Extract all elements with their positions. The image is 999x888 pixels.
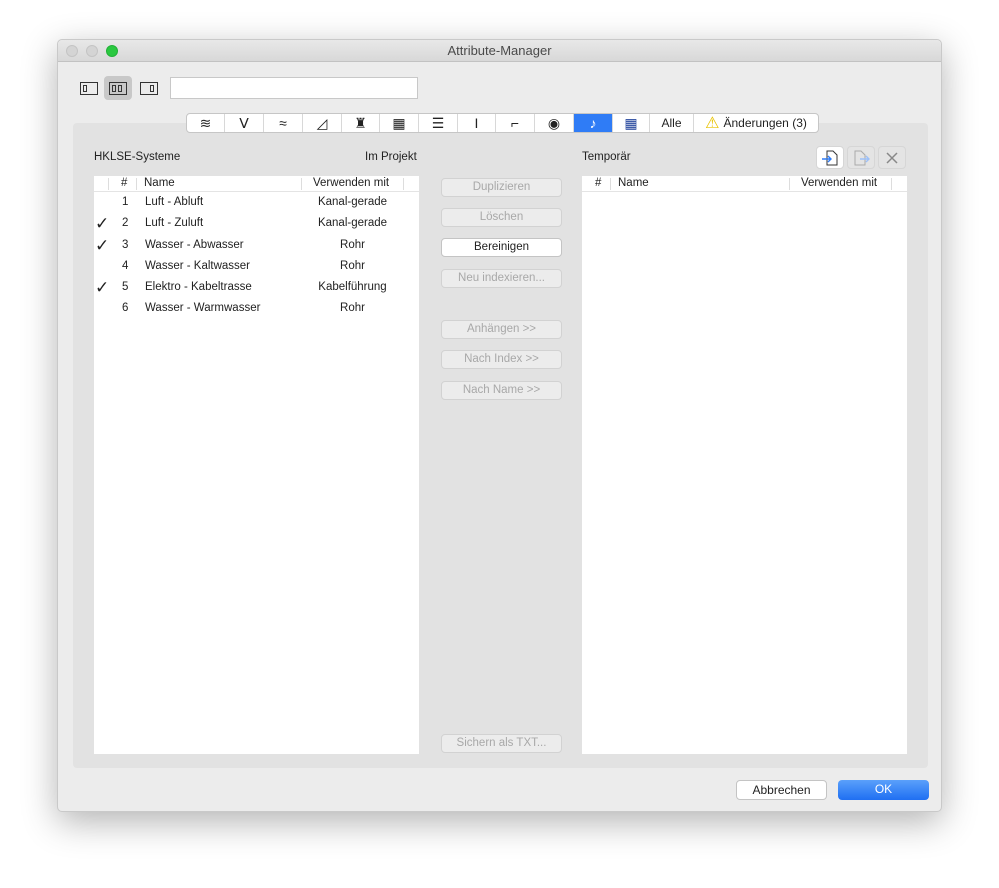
view-right-button[interactable] (135, 76, 163, 100)
check-icon: ✓ (95, 214, 110, 234)
tab-pen[interactable]: ᐯ (225, 114, 264, 132)
temporary-attribute-list[interactable]: # Name Verwenden mit (582, 176, 907, 754)
tab-line-type[interactable]: ≈ (264, 114, 303, 132)
right-pane-search-icon (140, 81, 158, 95)
attribute-type-tabs: ≋ ᐯ ≈ ◿ ♜ ▦ ☰ I ⌐ ◉ ♪ ▦ Alle ⚠ Änderungen (3) (186, 113, 819, 133)
append-button[interactable]: Anhängen >> (441, 320, 562, 339)
tab-änderungen[interactable]: ⚠ Änderungen (3) (694, 114, 818, 132)
tab-composite[interactable]: ☰ (419, 114, 458, 132)
row-name: Elektro - Kabeltrasse (145, 281, 252, 294)
row-name: Luft - Zuluft (145, 217, 204, 230)
tab-brush[interactable]: ♜ (342, 114, 380, 132)
warning-icon: ⚠ (705, 115, 720, 132)
building-material-icon: ▦ (392, 114, 406, 131)
delete-button[interactable]: Löschen (441, 208, 562, 227)
table-row[interactable]: 6 Wasser - Warmwasser Rohr (94, 298, 419, 319)
globe-icon: ◉ (547, 114, 561, 131)
by-index-button[interactable]: Nach Index >> (441, 350, 562, 369)
both-panes-search-icon (109, 81, 127, 95)
view-left-button[interactable] (75, 76, 103, 100)
table-row[interactable]: 4 Wasser - Kaltwasser Rohr (94, 256, 419, 277)
composite-icon: ☰ (431, 114, 445, 131)
fill-icon: ◿ (316, 114, 328, 131)
row-use-with: Rohr (340, 238, 365, 251)
row-use-with: Kanal-gerade (317, 217, 388, 230)
table-row[interactable]: 1 Luft - Abluft Kanal-gerade (94, 192, 419, 213)
ok-button[interactable]: OK (838, 780, 929, 800)
open-file-button[interactable] (816, 146, 844, 169)
title-bar: Attribute-Manager (58, 40, 941, 62)
row-num: 1 (122, 196, 129, 208)
attribute-manager-window: Attribute-Manager ≋ ᐯ ≈ ◿ ♜ ▦ ☰ I ⌐ ◉ ♪ ▦ Alle ⚠ Änder… (57, 39, 942, 812)
row-num: 4 (122, 259, 129, 272)
save-as-txt-button[interactable]: Sichern als TXT... (441, 734, 562, 753)
tab-label: Änderungen (3) (723, 116, 807, 130)
table-row[interactable]: ✓ 3 Wasser - Abwasser Rohr (94, 235, 419, 256)
project-attribute-list[interactable]: # Name Verwenden mit 1 Luft - Abluft Kan… (94, 176, 419, 754)
tab-globe[interactable]: ◉ (535, 114, 574, 132)
column-name[interactable]: Name (618, 177, 649, 189)
search-input[interactable] (170, 77, 418, 99)
zoom-window-button[interactable] (106, 45, 118, 57)
cancel-button[interactable]: Abbrechen (736, 780, 827, 800)
tab-fill[interactable]: ◿ (303, 114, 342, 132)
pen-icon: ᐯ (239, 114, 249, 131)
row-num: 2 (122, 217, 129, 230)
purge-button[interactable]: Bereinigen (441, 238, 562, 257)
reindex-button[interactable]: Neu indexieren... (441, 269, 562, 288)
tab-profile[interactable]: I (458, 114, 496, 132)
line-type-icon: ≈ (279, 115, 287, 131)
zone-category-icon: ⌐ (510, 115, 520, 131)
profile-icon: I (474, 115, 479, 131)
column-use-with[interactable]: Verwenden mit (801, 177, 877, 189)
tab-mep-system[interactable]: ♪ (574, 114, 613, 132)
row-use-with: Kabelführung (318, 281, 387, 294)
close-icon (886, 151, 898, 164)
left-list-title: HKLSE-Systeme (94, 151, 181, 163)
tab-layers[interactable]: ≋ (187, 114, 225, 132)
left-pane-search-icon (80, 81, 98, 95)
row-num: 5 (122, 281, 129, 294)
row-name: Luft - Abluft (145, 196, 204, 208)
layers-icon: ≋ (199, 114, 212, 131)
row-use-with: Kanal-gerade (317, 196, 388, 208)
row-use-with: Rohr (340, 259, 365, 272)
check-icon: ✓ (95, 278, 110, 298)
row-name: Wasser - Warmwasser (145, 302, 261, 315)
window-title: Attribute-Manager (447, 43, 552, 58)
column-use-with[interactable]: Verwenden mit (313, 177, 389, 189)
by-name-button[interactable]: Nach Name >> (441, 381, 562, 400)
view-both-button[interactable] (104, 76, 132, 100)
column-name[interactable]: Name (144, 177, 175, 189)
export-file-icon (854, 150, 870, 165)
check-icon: ✓ (95, 235, 110, 255)
row-name: Wasser - Kaltwasser (145, 259, 251, 272)
close-window-button[interactable] (66, 45, 78, 57)
left-list-subtitle: Im Projekt (365, 151, 417, 163)
mep-system-icon: ♪ (589, 115, 597, 131)
tab-grid[interactable]: ▦ (613, 114, 650, 132)
row-name: Wasser - Abwasser (145, 238, 244, 251)
row-use-with: Rohr (340, 302, 365, 315)
row-num: 3 (122, 238, 129, 251)
minimize-window-button[interactable] (86, 45, 98, 57)
duplicate-button[interactable]: Duplizieren (441, 178, 562, 197)
export-file-button[interactable] (847, 146, 875, 169)
tab-zone-category[interactable]: ⌐ (496, 114, 535, 132)
column-num[interactable]: # (121, 177, 127, 189)
tab-alle[interactable]: Alle (650, 114, 694, 132)
tab-label: Alle (661, 116, 682, 130)
list-header: # Name Verwenden mit (94, 176, 419, 192)
list-header: # Name Verwenden mit (582, 176, 907, 192)
close-file-button[interactable] (878, 146, 906, 169)
table-row[interactable]: ✓ 2 Luft - Zuluft Kanal-gerade (94, 213, 419, 234)
column-num[interactable]: # (595, 177, 601, 189)
grid-icon: ▦ (624, 114, 638, 131)
import-file-icon (822, 150, 838, 165)
table-row[interactable]: ✓ 5 Elektro - Kabeltrasse Kabelführung (94, 277, 419, 298)
right-list-title: Temporär (582, 151, 631, 163)
brush-icon: ♜ (354, 114, 367, 131)
tab-building-material[interactable]: ▦ (380, 114, 419, 132)
row-num: 6 (122, 302, 129, 315)
